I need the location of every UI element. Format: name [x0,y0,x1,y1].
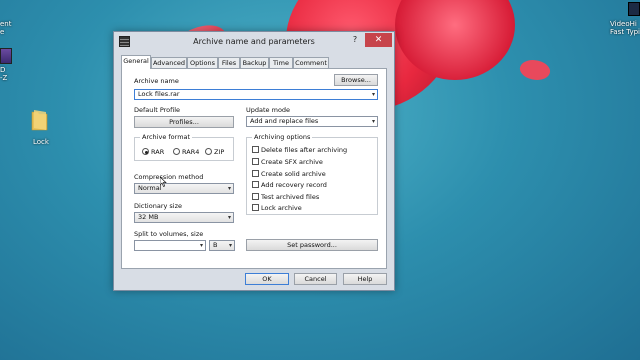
help-footer-button[interactable]: Help [343,273,387,285]
desktop-icon-label[interactable]: ent [0,20,12,28]
chevron-down-icon: ▾ [199,242,203,249]
winrar-app-icon[interactable] [0,48,12,64]
chevron-down-icon: ▾ [227,185,231,192]
radio-zip-label: ZIP [214,148,225,156]
option-label: Delete files after archiving [261,146,348,154]
option-label: Create solid archive [261,170,326,178]
cancel-button[interactable]: Cancel [294,273,337,285]
radio-rar-label: RAR [151,148,165,156]
radio-rar[interactable] [142,148,149,155]
option-label: Create SFX archive [261,158,323,166]
video-app-icon[interactable] [628,2,640,16]
archive-name-label: Archive name [134,77,179,85]
radio-zip[interactable] [205,148,212,155]
desktop-icon-label[interactable]: Fast Typi [610,28,640,36]
option-label: Lock archive [261,204,302,212]
chevron-down-icon: ▾ [227,214,231,221]
default-profile-label: Default Profile [134,106,181,114]
split-volumes-label: Split to volumes, size [134,230,204,238]
desktop-icon-label[interactable]: -Z [0,74,7,82]
archive-format-title: Archive format [140,133,193,141]
tab-advanced[interactable]: Advanced [151,57,187,68]
split-size-input[interactable]: ▾ [134,240,206,251]
checkbox-create-sfx[interactable] [252,158,259,165]
update-mode-label: Update mode [246,106,291,114]
chevron-down-icon[interactable]: ▾ [372,90,375,99]
chevron-down-icon: ▾ [228,242,232,249]
archiving-options-title: Archiving options [252,133,313,141]
close-button[interactable]: ✕ [365,33,392,47]
checkbox-test-files[interactable] [252,193,259,200]
option-label: Add recovery record [261,181,327,189]
desktop-icon-label[interactable]: e [0,28,4,36]
help-button[interactable]: ? [348,35,362,47]
compression-method-label: Compression method [134,173,204,181]
browse-button[interactable]: Browse... [334,74,378,86]
radio-rar4[interactable] [173,148,180,155]
chevron-down-icon: ▾ [371,118,375,125]
archive-name-value: Lock files.rar [138,90,180,98]
tab-options[interactable]: Options [187,57,218,68]
wallpaper-flower [517,55,553,85]
set-password-button[interactable]: Set password... [246,239,378,251]
tab-comment[interactable]: Comment [293,57,329,68]
compression-method-value: Normal [138,184,162,192]
compression-method-select[interactable]: Normal ▾ [134,183,234,194]
ok-button[interactable]: OK [245,273,289,285]
general-panel: Archive name Browse... Lock files.rar ▾ … [121,68,387,269]
desktop-icon-label[interactable]: D [0,66,5,74]
split-unit-select[interactable]: B ▾ [209,240,235,251]
archive-format-group: Archive format RAR RAR4 ZIP [134,133,234,161]
archive-dialog: Archive name and parameters ? ✕ General … [113,31,395,291]
checkbox-solid-archive[interactable] [252,170,259,177]
update-mode-value: Add and replace files [250,117,319,125]
title-bar[interactable]: Archive name and parameters ? ✕ [114,32,394,52]
profiles-button[interactable]: Profiles... [134,116,234,128]
desktop-icon-label[interactable]: VideoHi [610,20,637,28]
checkbox-recovery-record[interactable] [252,181,259,188]
archive-name-input[interactable]: Lock files.rar ▾ [134,89,378,100]
radio-rar4-label: RAR4 [182,148,200,156]
dictionary-size-value: 32 MB [138,213,159,221]
dictionary-size-label: Dictionary size [134,202,183,210]
checkbox-delete-files[interactable] [252,146,259,153]
tab-time[interactable]: Time [269,57,293,68]
update-mode-select[interactable]: Add and replace files ▾ [246,116,378,127]
split-unit-value: B [213,241,218,249]
desktop-folder-label[interactable]: Lock [33,138,49,146]
mouse-cursor-icon [160,177,167,187]
folder-icon[interactable] [30,108,50,132]
tab-files[interactable]: Files [218,57,240,68]
tab-backup[interactable]: Backup [240,57,269,68]
checkbox-lock-archive[interactable] [252,204,259,211]
dictionary-size-select[interactable]: 32 MB ▾ [134,212,234,223]
tab-general[interactable]: General [121,55,151,69]
archiving-options-group: Archiving options Delete files after arc… [246,133,378,215]
option-label: Test archived files [261,193,320,201]
